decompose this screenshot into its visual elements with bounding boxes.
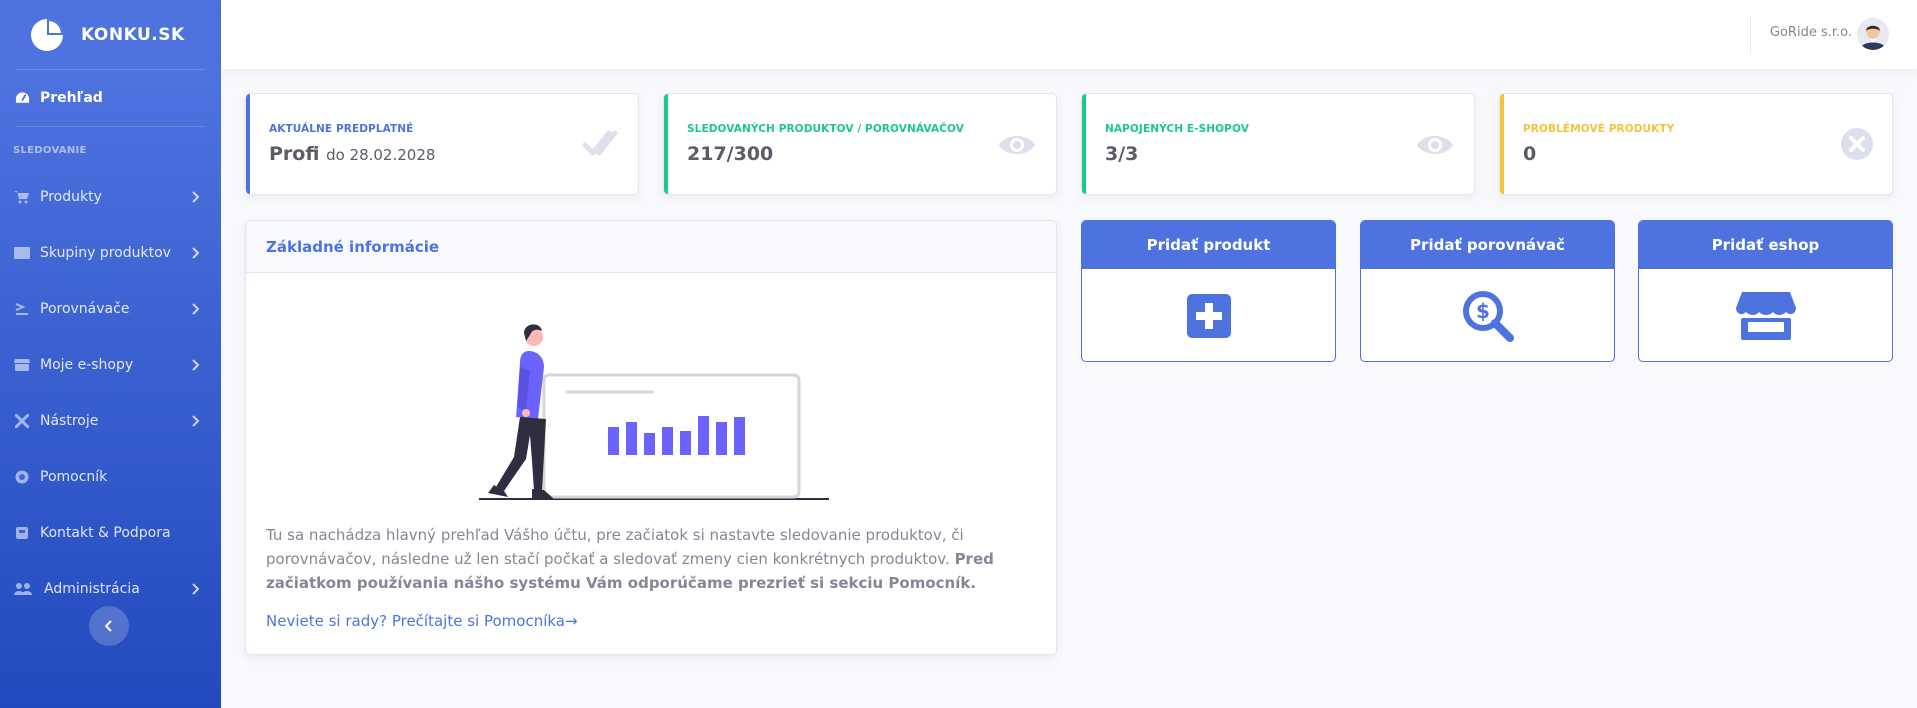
stat-value-main: Profi [269, 143, 320, 165]
action-card-body [1639, 269, 1892, 361]
cart-icon [14, 190, 30, 204]
chevron-right-icon [192, 415, 199, 427]
topbar: GoRide s.r.o. [221, 0, 1917, 69]
analytics-illustration [479, 324, 829, 500]
add-comparator-button[interactable]: Pridať porovnávač [1361, 221, 1614, 269]
sidebar-section-heading: SLEDOVANIE [13, 145, 87, 156]
stat-card-tracked-products: SLEDOVANÝCH PRODUKTOV / POROVNÁVAČOV 217… [663, 93, 1057, 195]
stat-value: Profi do 28.02.2028 [269, 143, 435, 165]
avatar[interactable] [1857, 18, 1889, 50]
sidebar-item-label: Nástroje [40, 413, 99, 429]
stat-card-connected-eshops: NAPOJENÝCH E-SHOPOV 3/3 [1081, 93, 1475, 195]
chevron-right-icon [192, 359, 199, 371]
info-card-title: Základné informácie [246, 221, 1056, 273]
sidebar-item-moje-eshopy[interactable]: Moje e-shopy [0, 337, 221, 393]
add-product-button[interactable]: Pridať produkt [1082, 221, 1335, 269]
stat-card-accent [246, 94, 250, 194]
chevron-right-icon [192, 247, 199, 259]
sidebar-item-prehlad[interactable]: Prehľad [0, 70, 221, 126]
stat-label: PROBLÉMOVÉ PRODUKTY [1523, 123, 1675, 135]
check-double-icon [582, 130, 618, 156]
add-eshop-button[interactable]: Pridať eshop [1639, 221, 1892, 269]
stat-label: NAPOJENÝCH E-SHOPOV [1105, 123, 1249, 135]
stat-card-accent [1500, 94, 1504, 194]
svg-text:$: $ [1476, 299, 1490, 323]
sidebar-item-label: Skupiny produktov [40, 245, 171, 261]
sidebar-item-label: Pomocník [40, 469, 108, 485]
sidebar-item-label: Kontakt & Podpora [40, 525, 171, 541]
sidebar-item-label: Porovnávače [40, 301, 130, 317]
sidebar-item-pomocnik[interactable]: Pomocník [0, 449, 221, 505]
add-product-card[interactable]: Pridať produkt [1081, 220, 1336, 362]
store-icon [14, 358, 30, 372]
tools-icon [14, 414, 30, 428]
stat-label: AKTUÁLNE PREDPLATNÉ [269, 123, 414, 135]
action-card-body: $ [1361, 269, 1614, 361]
stat-value: 0 [1523, 143, 1537, 165]
help-link[interactable]: Neviete si rady? Prečítajte si Pomocníka… [266, 612, 578, 630]
help-icon [14, 470, 30, 484]
sidebar-item-skupiny-produktov[interactable]: Skupiny produktov [0, 225, 221, 281]
info-description-plain: Tu sa nachádza hlavný prehľad Vášho účtu… [266, 526, 964, 568]
sidebar-item-label: Produkty [40, 189, 102, 205]
sidebar-item-produkty[interactable]: Produkty [0, 169, 221, 225]
info-card: Základné informácie Tu sa nachádza hlavn… [245, 220, 1057, 655]
store-icon [1735, 292, 1796, 340]
user-name[interactable]: GoRide s.r.o. [1770, 25, 1852, 40]
brand-name: KONKU.SK [81, 24, 185, 45]
topbar-divider [1750, 16, 1751, 53]
pie-chart-logo-icon [31, 18, 63, 51]
action-card-body [1082, 269, 1335, 361]
info-description: Tu sa nachádza hlavný prehľad Vášho účtu… [266, 523, 1046, 595]
tachometer-icon [14, 91, 30, 105]
sidebar: KONKU.SK Prehľad SLEDOVANIE Produkty Sku… [0, 0, 221, 708]
stat-card-accent [1082, 94, 1086, 194]
sidebar-item-label: Prehľad [40, 90, 103, 106]
sidebar-item-nastroje[interactable]: Nástroje [0, 393, 221, 449]
eye-icon [999, 136, 1035, 154]
list-icon [14, 246, 30, 260]
plus-square-icon [1186, 294, 1231, 338]
chevron-right-icon [192, 191, 199, 203]
sidebar-item-porovnavace[interactable]: Porovnávače [0, 281, 221, 337]
stat-value: 3/3 [1105, 143, 1139, 165]
sidebar-item-label: Administrácia [44, 581, 140, 597]
stat-value-sub: do 28.02.2028 [326, 146, 436, 164]
add-comparator-card[interactable]: Pridať porovnávač $ [1360, 220, 1615, 362]
times-circle-icon [1841, 128, 1873, 160]
stat-card-problem-products: PROBLÉMOVÉ PRODUKTY 0 [1499, 93, 1893, 195]
add-eshop-card[interactable]: Pridať eshop [1638, 220, 1893, 362]
stat-label: SLEDOVANÝCH PRODUKTOV / POROVNÁVAČOV [687, 123, 964, 135]
search-dollar-icon: $ [1462, 291, 1514, 342]
sidebar-item-label: Moje e-shopy [40, 357, 134, 373]
chevron-right-icon [192, 583, 199, 595]
sidebar-toggle-button[interactable] [89, 606, 129, 646]
stat-card-accent [664, 94, 668, 194]
stat-card-subscription: AKTUÁLNE PREDPLATNÉ Profi do 28.02.2028 [245, 93, 639, 195]
users-cog-icon [14, 582, 34, 596]
chevron-left-icon [105, 620, 112, 632]
eye-icon [1417, 136, 1453, 154]
support-icon [14, 526, 30, 540]
compare-icon [14, 302, 30, 316]
stat-value: 217/300 [687, 143, 774, 165]
brand[interactable]: KONKU.SK [0, 0, 221, 69]
sidebar-item-kontakt-podpora[interactable]: Kontakt & Podpora [0, 505, 221, 561]
chevron-right-icon [192, 303, 199, 315]
